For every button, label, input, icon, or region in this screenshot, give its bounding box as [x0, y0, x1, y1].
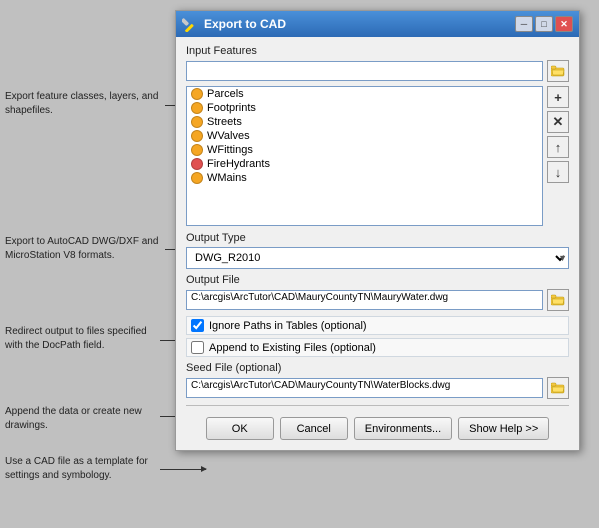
- list-item[interactable]: WMains: [187, 171, 542, 185]
- annotation-4: Append the data or create new drawings.: [5, 405, 160, 432]
- restore-button[interactable]: □: [535, 16, 553, 32]
- list-item[interactable]: WValves: [187, 129, 542, 143]
- input-features-field[interactable]: [186, 61, 543, 81]
- dialog-body: Input Features Parcels Footprints Streets W…: [176, 37, 579, 450]
- append-row: Append to Existing Files (optional): [186, 338, 569, 357]
- remove-item-button[interactable]: ✕: [547, 111, 569, 133]
- title-bar-left: Export to CAD: [182, 16, 286, 32]
- seed-file-label: Seed File (optional): [186, 362, 569, 374]
- feature-name: FireHydrants: [207, 158, 270, 170]
- list-item[interactable]: FireHydrants: [187, 157, 542, 171]
- folder-browse-icon: [551, 294, 565, 306]
- show-help-button[interactable]: Show Help >>: [458, 417, 549, 440]
- input-features-list[interactable]: Parcels Footprints Streets WValves WFittings…: [186, 86, 543, 226]
- input-features-browse-button[interactable]: [547, 60, 569, 82]
- feature-name: WMains: [207, 172, 247, 184]
- annotation-5: Use a CAD file as a template for setting…: [5, 455, 160, 482]
- input-features-label: Input Features: [186, 45, 569, 57]
- title-bar: Export to CAD ─ □ ✕: [176, 11, 579, 37]
- list-area-container: Parcels Footprints Streets WValves WFittings…: [186, 86, 569, 226]
- annotation-2: Export to AutoCAD DWG/DXF and MicroStati…: [5, 235, 165, 262]
- output-file-browse-button[interactable]: [547, 289, 569, 311]
- ignore-paths-label: Ignore Paths in Tables (optional): [209, 320, 367, 332]
- feature-icon: [191, 88, 203, 100]
- annotations-panel: Export feature classes, layers, and shap…: [0, 60, 190, 490]
- list-item[interactable]: Parcels: [187, 87, 542, 101]
- feature-icon: [191, 102, 203, 114]
- folder-open-icon: [551, 65, 565, 77]
- feature-icon: [191, 130, 203, 142]
- output-type-select-wrapper: DWG_R2010 DWG_R2007 DXF_R2010 ▼: [186, 247, 569, 269]
- feature-icon: [191, 172, 203, 184]
- move-down-button[interactable]: ↓: [547, 161, 569, 183]
- move-up-button[interactable]: ↑: [547, 136, 569, 158]
- list-item[interactable]: WFittings: [187, 143, 542, 157]
- feature-icon: [191, 116, 203, 128]
- seed-file-input-row: C:\arcgis\ArcTutor\CAD\MauryCountyTN\Wat…: [186, 377, 569, 399]
- output-type-row: Output Type DWG_R2010 DWG_R2007 DXF_R201…: [186, 232, 569, 269]
- cancel-button[interactable]: Cancel: [280, 417, 348, 440]
- output-type-select[interactable]: DWG_R2010 DWG_R2007 DXF_R2010: [186, 247, 569, 269]
- close-button[interactable]: ✕: [555, 16, 573, 32]
- annotation-3: Redirect output to files specified with …: [5, 325, 160, 352]
- seed-folder-icon: [551, 382, 565, 394]
- feature-name: WFittings: [207, 144, 253, 156]
- title-controls: ─ □ ✕: [515, 16, 573, 32]
- output-file-row: Output File C:\arcgis\ArcTutor\CAD\Maury…: [186, 274, 569, 311]
- output-file-label: Output File: [186, 274, 569, 286]
- list-item[interactable]: Streets: [187, 115, 542, 129]
- append-label: Append to Existing Files (optional): [209, 342, 376, 354]
- feature-name: Streets: [207, 116, 242, 128]
- seed-file-browse-button[interactable]: [547, 377, 569, 399]
- bottom-buttons-row: OK Cancel Environments... Show Help >>: [186, 412, 569, 444]
- dialog-title: Export to CAD: [204, 17, 286, 31]
- append-checkbox[interactable]: [191, 341, 204, 354]
- ignore-paths-row: Ignore Paths in Tables (optional): [186, 316, 569, 335]
- feature-name: Footprints: [207, 102, 256, 114]
- input-features-row: [186, 60, 569, 82]
- dialog-icon: [182, 16, 198, 32]
- list-item[interactable]: Footprints: [187, 101, 542, 115]
- ignore-paths-checkbox[interactable]: [191, 319, 204, 332]
- feature-name: WValves: [207, 130, 250, 142]
- feature-name: Parcels: [207, 88, 244, 100]
- dialog-divider: [186, 405, 569, 406]
- feature-icon: [191, 144, 203, 156]
- arrow-5: [160, 469, 206, 470]
- side-buttons-panel: + ✕ ↑ ↓: [547, 86, 569, 226]
- feature-icon: [191, 158, 203, 170]
- environments-button[interactable]: Environments...: [354, 417, 452, 440]
- output-type-label: Output Type: [186, 232, 569, 244]
- minimize-button[interactable]: ─: [515, 16, 533, 32]
- export-to-cad-dialog: Export to CAD ─ □ ✕ Input Features Parce…: [175, 10, 580, 451]
- output-file-input-row: C:\arcgis\ArcTutor\CAD\MauryCountyTN\Mau…: [186, 289, 569, 311]
- seed-file-row: Seed File (optional) C:\arcgis\ArcTutor\…: [186, 362, 569, 399]
- add-item-button[interactable]: +: [547, 86, 569, 108]
- seed-file-field[interactable]: C:\arcgis\ArcTutor\CAD\MauryCountyTN\Wat…: [186, 378, 543, 398]
- output-file-field[interactable]: C:\arcgis\ArcTutor\CAD\MauryCountyTN\Mau…: [186, 290, 543, 310]
- ok-button[interactable]: OK: [206, 417, 274, 440]
- annotation-1: Export feature classes, layers, and shap…: [5, 90, 165, 117]
